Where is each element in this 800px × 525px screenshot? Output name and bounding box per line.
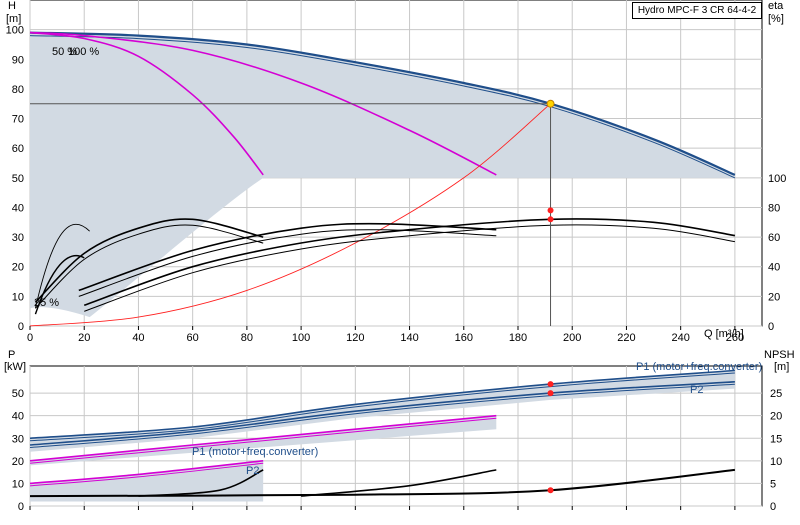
ytick-label-50: 50 [12,173,24,185]
y2-axis-unit-npsh: [m] [774,361,789,373]
xtick-label-100: 100 [292,332,310,344]
y-axis-unit-power: [kW] [4,361,26,373]
ytick-label-90: 90 [12,54,24,66]
ytick-label-0: 0 [18,321,24,333]
npshtick-label-5: 5 [770,478,776,490]
annotation-25pct: 25 % [34,297,59,309]
xtick-label-200: 200 [563,332,581,344]
eta-duty-marker-0 [547,207,554,214]
annotation-100pct: 100 % [68,46,99,58]
npshtick-label-20: 20 [770,411,782,423]
ptick-label-20: 20 [12,456,24,468]
y2tick-label-20: 20 [768,291,780,303]
npshtick-label-15: 15 [770,433,782,445]
ptick-label-40: 40 [12,411,24,423]
ptick-label-0: 0 [18,501,24,513]
ytick-label-80: 80 [12,84,24,96]
legend-p2-1pump: P2 [246,465,259,477]
xtick-label-20: 20 [78,332,90,344]
eta-duty-marker-1 [547,216,554,223]
xtick-label-160: 160 [455,332,473,344]
legend-p1-1pump: P1 (motor+freq.converter) [192,446,318,458]
npshtick-label-0: 0 [770,501,776,513]
xtick-label-180: 180 [509,332,527,344]
chart-title: Hydro MPC-F 3 CR 64-4-2 [632,2,762,19]
xtick-label-80: 80 [241,332,253,344]
y2tick-label-60: 60 [768,232,780,244]
ytick-label-20: 20 [12,262,24,274]
ytick-label-70: 70 [12,114,24,126]
xtick-label-240: 240 [671,332,689,344]
legend-p1-3pumps: P1 (motor+freq.converter) [636,361,762,373]
x-axis-label: Q [m³/h] [704,328,744,340]
ytick-label-100: 100 [6,25,24,37]
npshtick-label-25: 25 [770,388,782,400]
xtick-label-120: 120 [346,332,364,344]
power-duty-marker-0 [547,381,554,388]
xtick-label-0: 0 [27,332,33,344]
y2-axis-label-eta: eta [768,0,784,12]
xtick-label-60: 60 [187,332,199,344]
power-duty-marker-1 [547,390,554,397]
y2tick-label-40: 40 [768,262,780,274]
xtick-label-140: 140 [400,332,418,344]
ptick-label-30: 30 [12,433,24,445]
npshtick-label-10: 10 [770,456,782,468]
ytick-label-40: 40 [12,202,24,214]
power-duty-marker-2 [547,487,554,494]
ytick-label-60: 60 [12,143,24,155]
y2-axis-label-npsh: NPSH [764,349,795,361]
ptick-label-50: 50 [12,388,24,400]
y2tick-label-0: 0 [768,321,774,333]
y-axis-unit-head: [m] [6,13,21,25]
chart-svg: 0 20 40 60 80 100 120 140 160 180 200 220 240 2600102… [4,0,795,513]
y-axis-label-head: H [8,0,16,12]
ptick-label-10: 10 [12,478,24,490]
y2tick-label-100: 100 [768,173,786,185]
y2tick-label-80: 80 [768,202,780,214]
y-axis-label-power: P [8,349,15,361]
legend-p2-3pumps: P2 [690,384,703,396]
duty-point-marker [546,99,555,108]
y2-axis-unit-eta: [%] [768,13,784,25]
ytick-label-10: 10 [12,291,24,303]
pump-performance-chart: 0 20 40 60 80 100 120 140 160 180 200 220 240 260 0 10 2… [0,0,800,520]
ytick-label-30: 30 [12,232,24,244]
xtick-label-220: 220 [617,332,635,344]
xtick-label-40: 40 [132,332,144,344]
